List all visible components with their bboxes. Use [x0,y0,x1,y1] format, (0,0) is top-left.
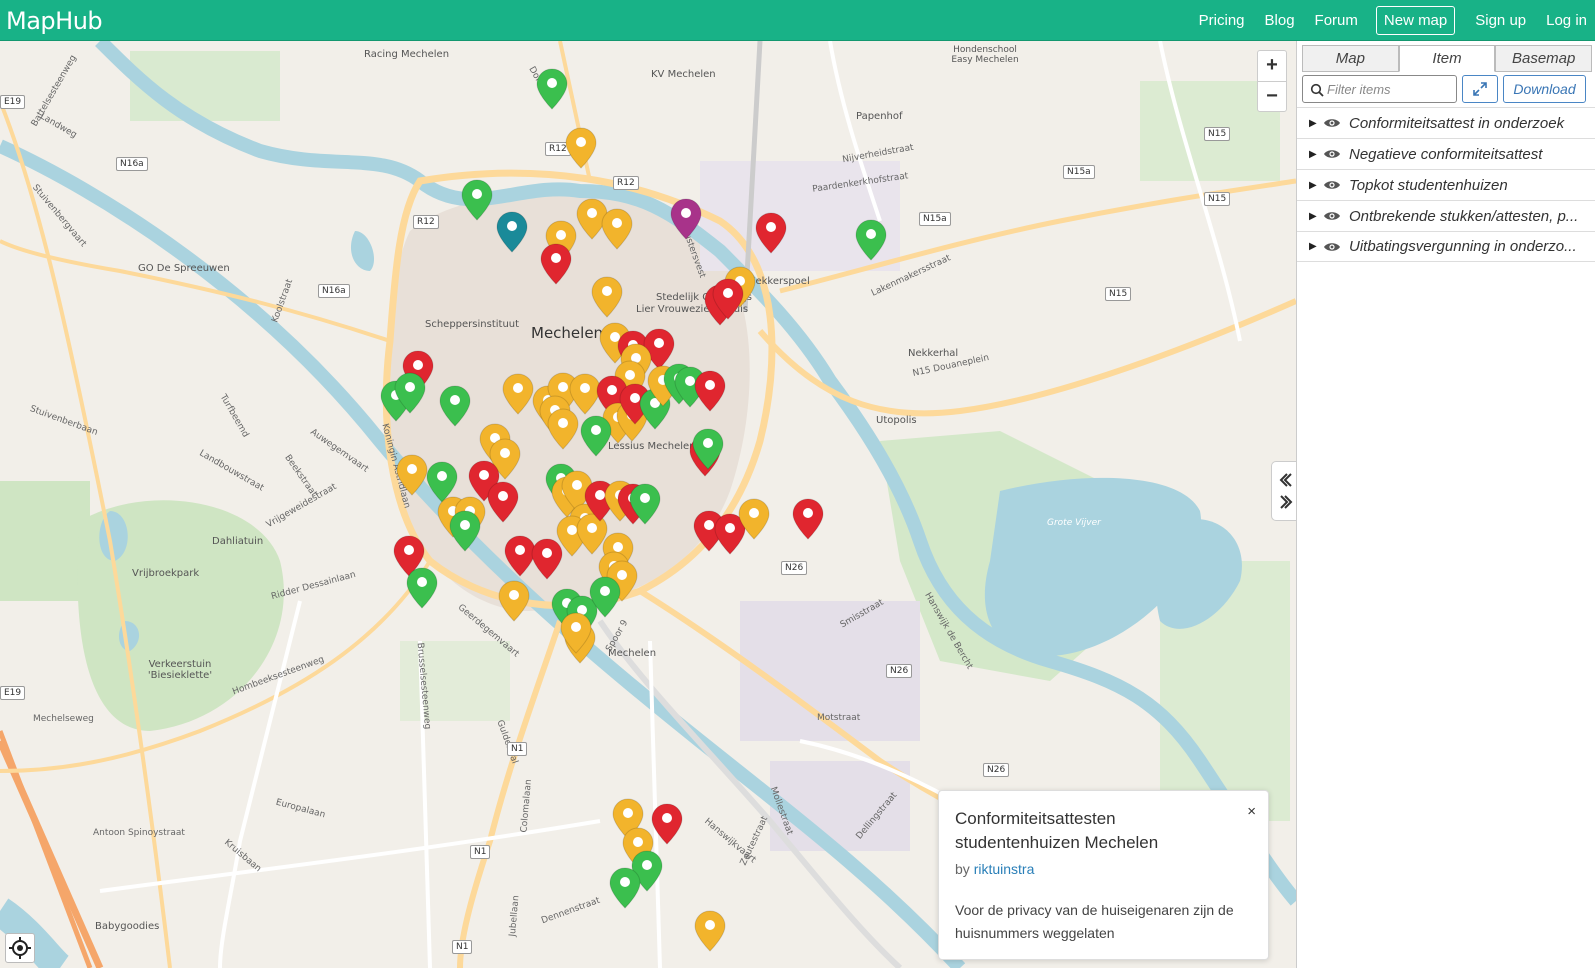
map-marker[interactable] [536,68,568,110]
map-marker[interactable] [487,481,519,523]
expand-triangle-icon[interactable]: ▶ [1309,211,1323,222]
layer-name: Topkot studentenhuizen [1349,176,1508,194]
eye-icon[interactable] [1323,240,1341,254]
map-marker[interactable] [855,219,887,261]
map-marker[interactable] [601,208,633,250]
map-marker[interactable] [792,498,824,540]
map-marker[interactable] [694,370,726,412]
zoom-control: + − [1257,50,1287,112]
crosshair-icon [9,937,31,959]
expand-triangle-icon[interactable]: ▶ [1309,241,1323,252]
brand-logo[interactable]: MapHub [6,7,103,35]
search-icon [1310,83,1324,97]
zoom-in-button[interactable]: + [1258,51,1286,81]
map-marker[interactable] [651,803,683,845]
author-link[interactable]: riktuinstra [974,861,1035,877]
top-navbar: MapHub Pricing Blog Forum New map Sign u… [0,0,1595,41]
side-panel: Map Item Basemap Download ▶ Conformiteits… [1296,41,1595,968]
expand-button[interactable] [1462,75,1498,103]
map-marker[interactable] [547,408,579,450]
map-marker[interactable] [609,867,641,909]
panel-collapse-toggle[interactable] [1271,461,1296,521]
zoom-out-button[interactable]: − [1258,81,1286,111]
map-marker[interactable] [755,212,787,254]
map-marker[interactable] [670,198,702,240]
locate-button[interactable] [5,933,35,963]
expand-icon [1473,82,1487,96]
map-marker[interactable] [396,454,428,496]
map-marker[interactable] [426,461,458,503]
expand-triangle-icon[interactable]: ▶ [1309,180,1323,191]
map-info-popup: × Conformiteitsattesten studentenhuizen … [938,790,1269,960]
map-marker[interactable] [498,580,530,622]
eye-icon[interactable] [1323,116,1341,130]
filter-row: Download [1302,75,1592,103]
nav-login-link[interactable]: Log in [1546,12,1587,29]
nav-signup-link[interactable]: Sign up [1475,12,1526,29]
filter-items-input[interactable] [1327,76,1452,102]
byline-prefix: by [955,861,970,877]
map-marker[interactable] [591,276,623,318]
nav-pricing-link[interactable]: Pricing [1199,12,1245,29]
map-canvas[interactable]: Mechelen Racing Mechelen KV Mechelen Hon… [0,41,1296,968]
download-button[interactable]: Download [1503,75,1586,103]
chevron-icons [1279,473,1293,509]
eye-icon[interactable] [1323,147,1341,161]
panel-tabs: Map Item Basemap [1302,45,1593,72]
expand-triangle-icon[interactable]: ▶ [1309,118,1323,129]
new-map-button[interactable]: New map [1375,6,1456,35]
popup-byline: by riktuinstra [955,861,1252,877]
layer-name: Conformiteitsattest in onderzoek [1349,114,1565,132]
layer-name: Uitbatingsvergunning in onderzo... [1349,238,1577,255]
map-marker[interactable] [439,385,471,427]
map-marker[interactable] [504,535,536,577]
map-marker[interactable] [531,538,563,580]
map-marker[interactable] [540,243,572,285]
nav-forum-link[interactable]: Forum [1315,12,1358,29]
map-marker[interactable] [449,510,481,552]
tab-map[interactable]: Map [1302,45,1399,72]
layer-item[interactable]: ▶ Ontbrekende stukken/attesten, p... [1297,200,1595,231]
layer-item[interactable]: ▶ Uitbatingsvergunning in onderzo... [1297,231,1595,262]
filter-field [1302,75,1457,103]
map-marker[interactable] [569,373,601,415]
map-marker[interactable] [580,415,612,457]
popup-description: Voor de privacy van de huiseigenaren zij… [955,902,1234,941]
close-icon[interactable]: × [1247,803,1256,820]
eye-icon[interactable] [1323,178,1341,192]
popup-title: Conformiteitsattesten studentenhuizen Me… [955,809,1159,852]
tab-item[interactable]: Item [1398,45,1496,72]
expand-triangle-icon[interactable]: ▶ [1309,149,1323,160]
map-marker[interactable] [502,373,534,415]
layer-item[interactable]: ▶ Topkot studentenhuizen [1297,169,1595,200]
map-marker[interactable] [496,211,528,253]
map-marker[interactable] [406,567,438,609]
eye-icon[interactable] [1323,209,1341,223]
map-marker[interactable] [694,910,726,952]
map-marker[interactable] [461,179,493,221]
layer-list: ▶ Conformiteitsattest in onderzoek ▶ Negati… [1297,107,1595,262]
nav-blog-link[interactable]: Blog [1265,12,1295,29]
layer-item[interactable]: ▶ Negatieve conformiteitsattest [1297,138,1595,169]
layer-name: Ontbrekende stukken/attesten, p... [1349,207,1579,225]
tab-basemap[interactable]: Basemap [1495,45,1593,72]
layer-item[interactable]: ▶ Conformiteitsattest in onderzoek [1297,107,1595,138]
layer-name: Negatieve conformiteitsattest [1349,145,1543,163]
nav-links: Pricing Blog Forum New map Sign up Log i… [1179,0,1587,41]
map-marker[interactable] [565,127,597,169]
